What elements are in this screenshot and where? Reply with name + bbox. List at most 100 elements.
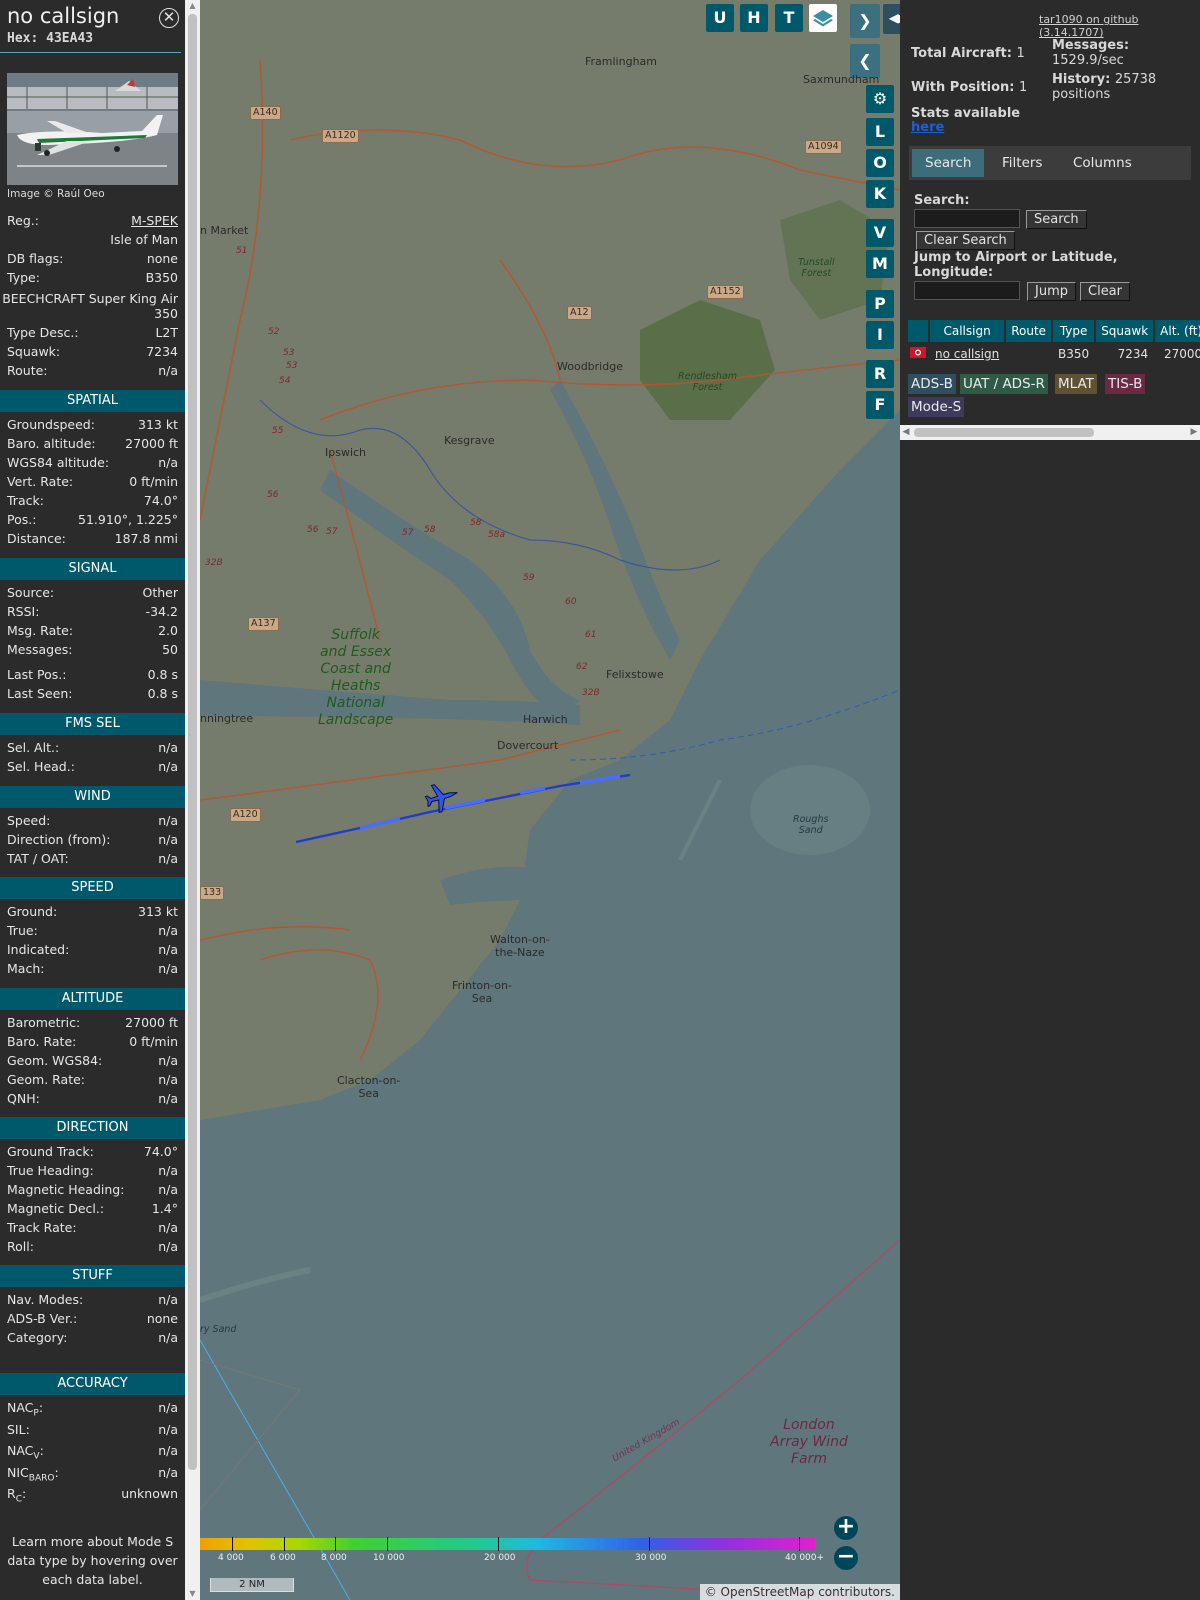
clear-jump-button[interactable]: Clear xyxy=(1080,282,1130,301)
field-label[interactable]: True Heading: xyxy=(7,1163,94,1178)
field-label[interactable]: WGS84 altitude: xyxy=(7,455,109,470)
field-label[interactable]: Vert. Rate: xyxy=(7,474,73,489)
close-icon[interactable]: ✕ xyxy=(159,8,179,28)
search-input[interactable] xyxy=(914,209,1020,228)
aircraft-photo[interactable] xyxy=(7,73,178,185)
field-label[interactable]: NACV: xyxy=(7,1443,44,1462)
info-panel-scrollbar[interactable]: ▲ ▼ xyxy=(185,0,200,1600)
toggle-o-button[interactable]: O xyxy=(866,149,894,177)
field-label[interactable]: Nav. Modes: xyxy=(7,1292,83,1307)
source-badge-ads-b[interactable]: ADS-B xyxy=(908,374,956,394)
toggle-r-button[interactable]: R xyxy=(866,360,894,388)
search-button[interactable]: Search xyxy=(1026,210,1087,229)
toggle-m-button[interactable]: M xyxy=(866,250,894,278)
field-label[interactable]: Speed: xyxy=(7,813,50,828)
source-badge-mlat[interactable]: MLAT xyxy=(1055,374,1097,394)
column-header-route[interactable]: Route xyxy=(1006,320,1052,342)
field-label[interactable]: Ground: xyxy=(7,904,57,919)
jump-label: Jump to Airport or Latitude, Longitude: xyxy=(914,250,1118,280)
expand-sidebar-icon[interactable]: ◀▶ xyxy=(883,4,900,34)
settings-gear-icon[interactable]: ⚙ xyxy=(866,85,894,113)
field-label[interactable]: Roll: xyxy=(7,1239,34,1254)
field-label[interactable]: Pos.: xyxy=(7,512,36,527)
road-label: A1120 xyxy=(322,129,359,143)
field-label[interactable]: Sel. Alt.: xyxy=(7,740,59,755)
field-label[interactable]: Indicated: xyxy=(7,942,69,957)
source-badge-uat-ads-r[interactable]: UAT / ADS-R xyxy=(960,374,1048,394)
scroll-up-icon[interactable]: ▲ xyxy=(185,0,200,12)
toggle-i-button[interactable]: I xyxy=(866,321,894,349)
aircraft-marker-icon[interactable] xyxy=(422,777,462,817)
field-label[interactable]: Source: xyxy=(7,585,54,600)
field-label[interactable]: Baro. altitude: xyxy=(7,436,96,451)
osm-link[interactable]: OpenStreetMap xyxy=(721,1585,815,1599)
stats-link[interactable]: here xyxy=(911,120,944,135)
field-label[interactable]: Barometric: xyxy=(7,1015,80,1030)
field-label[interactable]: ADS-B Ver.: xyxy=(7,1311,77,1326)
toggle-k-button[interactable]: K xyxy=(866,180,894,208)
clear-search-button[interactable]: Clear Search xyxy=(916,231,1015,250)
scroll-left-icon[interactable]: ◀ xyxy=(900,425,912,440)
github-link[interactable]: tar1090 on github (3.14.1707) xyxy=(1039,13,1200,39)
source-badge-tis-b[interactable]: TIS-B xyxy=(1105,374,1146,394)
jump-button[interactable]: Jump xyxy=(1027,282,1076,301)
field-label[interactable]: SIL: xyxy=(7,1422,30,1437)
toggle-l-button[interactable]: L xyxy=(866,118,894,146)
scroll-right-icon[interactable]: ▶ xyxy=(1188,425,1200,440)
field-label[interactable]: True: xyxy=(7,923,38,938)
toggle-h-button[interactable]: H xyxy=(740,4,768,32)
field-label[interactable]: QNH: xyxy=(7,1091,40,1106)
column-header-altitude[interactable]: Alt. (ft) xyxy=(1155,320,1200,342)
field-label[interactable]: Geom. Rate: xyxy=(7,1072,85,1087)
toggle-u-button[interactable]: U xyxy=(706,4,734,32)
field-label[interactable]: Sel. Head.: xyxy=(7,759,75,774)
scroll-thumb[interactable] xyxy=(914,428,1094,437)
field-label[interactable]: Track Rate: xyxy=(7,1220,77,1235)
field-label[interactable]: Track: xyxy=(7,493,44,508)
zoom-in-button[interactable]: + xyxy=(834,1516,858,1540)
toggle-t-button[interactable]: T xyxy=(775,4,803,32)
field-label[interactable]: NACP: xyxy=(7,1400,43,1419)
tab-filters[interactable]: Filters xyxy=(989,149,1055,177)
column-header-type[interactable]: Type xyxy=(1053,320,1095,342)
field-label[interactable]: Direction (from): xyxy=(7,832,111,847)
jump-input[interactable] xyxy=(914,281,1020,300)
toggle-p-button[interactable]: P xyxy=(866,290,894,318)
place-label: Saxmundham xyxy=(803,73,880,86)
place-label: Clacton-on- Sea xyxy=(337,1074,401,1100)
field-label[interactable]: Geom. WGS84: xyxy=(7,1053,102,1068)
tab-columns[interactable]: Columns xyxy=(1060,149,1145,177)
field-label[interactable]: Last Pos.: xyxy=(7,667,66,682)
scroll-down-icon[interactable]: ▼ xyxy=(185,1588,200,1600)
field-label[interactable]: RSSI: xyxy=(7,604,39,619)
field-label[interactable]: Distance: xyxy=(7,531,66,546)
toggle-f-button[interactable]: F xyxy=(866,391,894,419)
column-header-squawk[interactable]: Squawk xyxy=(1096,320,1154,342)
field-label[interactable]: Msg. Rate: xyxy=(7,623,73,638)
field-label[interactable]: NICBARO: xyxy=(7,1465,59,1484)
field-label[interactable]: Messages: xyxy=(7,642,73,657)
map-view[interactable]: U H T ❯ ❮ ⚙ ◀▶ LOKVMPIRF Framlingham Sax… xyxy=(200,0,900,1600)
field-label[interactable]: Baro. Rate: xyxy=(7,1034,76,1049)
layers-button[interactable] xyxy=(809,4,837,32)
field-label[interactable]: RC: xyxy=(7,1486,26,1505)
table-row[interactable]: no callsign B350 7234 27000 xyxy=(908,342,1200,366)
zoom-out-button[interactable]: − xyxy=(834,1546,858,1570)
table-horizontal-scrollbar[interactable]: ◀ ▶ xyxy=(900,425,1200,440)
scroll-thumb[interactable] xyxy=(188,14,197,1470)
chevron-right-icon[interactable]: ❯ xyxy=(850,4,880,38)
field-label[interactable]: Groundspeed: xyxy=(7,417,95,432)
source-badge-mode-s[interactable]: Mode-S xyxy=(908,397,965,417)
field-label[interactable]: Magnetic Heading: xyxy=(7,1182,124,1197)
tab-search[interactable]: Search xyxy=(912,149,985,177)
field-label[interactable]: Category: xyxy=(7,1330,67,1345)
column-header-callsign[interactable]: Callsign xyxy=(930,320,1005,342)
field-label[interactable]: Mach: xyxy=(7,961,44,976)
callsign-cell[interactable]: no callsign xyxy=(930,342,1004,366)
field-label[interactable]: TAT / OAT: xyxy=(7,851,69,866)
toggle-v-button[interactable]: V xyxy=(866,219,894,247)
field-label[interactable]: Last Seen: xyxy=(7,686,72,701)
field-label[interactable]: Magnetic Decl.: xyxy=(7,1201,104,1216)
registration-link[interactable]: M-SPEK xyxy=(131,213,178,228)
field-label[interactable]: Ground Track: xyxy=(7,1144,94,1159)
